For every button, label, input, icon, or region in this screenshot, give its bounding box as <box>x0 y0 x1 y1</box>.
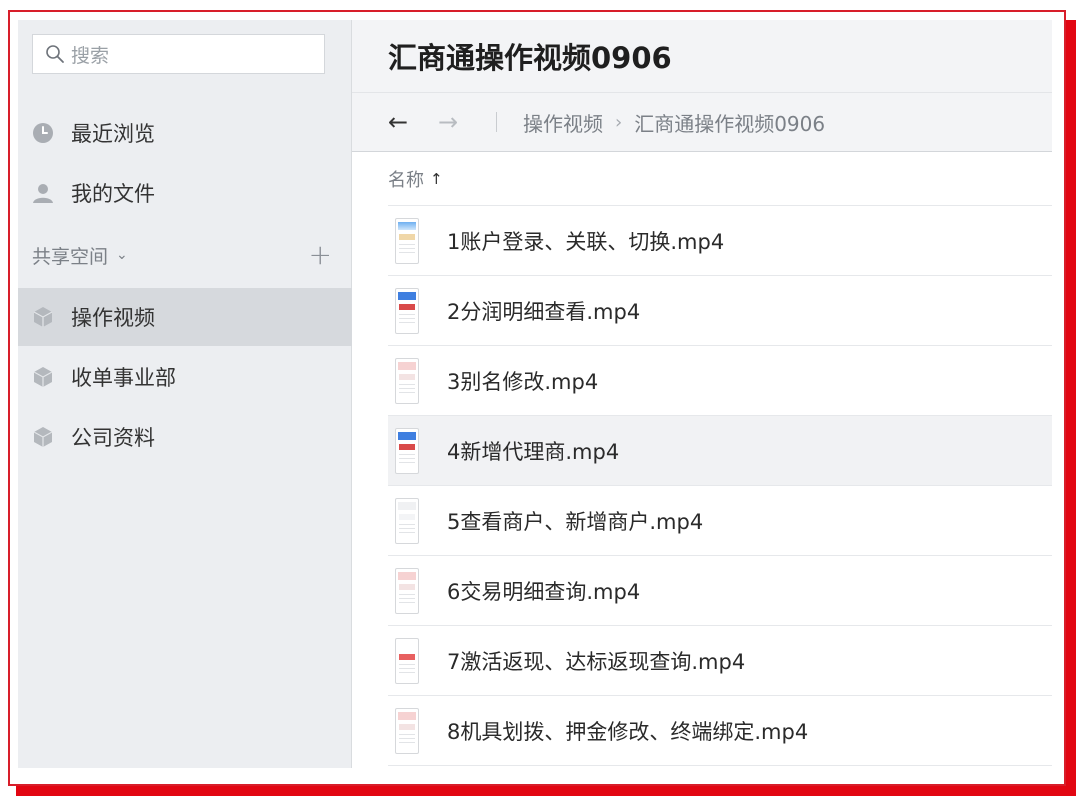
search-box[interactable]: 搜索 <box>32 34 325 74</box>
file-name: 6交易明细查询.mp4 <box>447 579 641 604</box>
toolbar-divider <box>496 112 497 132</box>
breadcrumb-item[interactable]: 操作视频 <box>523 108 603 137</box>
nav-item-label: 我的文件 <box>71 182 155 206</box>
space-item-label: 收单事业部 <box>71 366 176 390</box>
file-row[interactable]: 8机具划拨、押金修改、终端绑定.mp4 <box>388 696 1052 766</box>
nav-item-my-files[interactable]: 我的文件 <box>18 164 352 222</box>
space-item-company[interactable]: 公司资料 <box>18 408 352 466</box>
shared-space-header[interactable]: 共享空间 ⌄ + <box>32 238 332 271</box>
file-row[interactable]: 7激活返现、达标返现查询.mp4 <box>388 626 1052 696</box>
search-placeholder[interactable]: 搜索 <box>71 41 109 68</box>
breadcrumb-current: 汇商通操作视频0906 <box>634 111 826 136</box>
chevron-down-icon[interactable]: ⌄ <box>116 247 128 263</box>
video-thumbnail-icon <box>395 637 419 684</box>
video-thumbnail-icon <box>395 497 419 544</box>
shared-space-label: 共享空间 <box>32 245 109 268</box>
sort-arrow-icon: ↑ <box>430 169 443 188</box>
file-name: 1账户登录、关联、切换.mp4 <box>447 229 725 254</box>
space-item-videos[interactable]: 操作视频 <box>18 288 352 346</box>
column-name-label: 名称 <box>388 169 424 191</box>
page-title: 汇商通操作视频0906 <box>388 41 672 75</box>
nav-item-label: 最近浏览 <box>71 122 155 146</box>
space-item-acquiring[interactable]: 收单事业部 <box>18 348 352 406</box>
title-bar: 汇商通操作视频0906 <box>352 20 1052 92</box>
file-row[interactable]: 5查看商户、新增商户.mp4 <box>388 486 1052 556</box>
file-name: 7激活返现、达标返现查询.mp4 <box>447 649 746 674</box>
space-item-label: 操作视频 <box>71 306 155 330</box>
file-list: 1账户登录、关联、切换.mp4 2分润明细查看.mp4 3别名修改.mp4 4新增代理… <box>388 206 1052 766</box>
file-row[interactable]: 4新增代理商.mp4 <box>388 416 1052 486</box>
chevron-right-icon: › <box>615 111 623 133</box>
video-thumbnail-icon <box>395 567 419 614</box>
search-icon <box>46 45 64 63</box>
video-thumbnail-icon <box>395 287 419 334</box>
file-row[interactable]: 1账户登录、关联、切换.mp4 <box>388 206 1052 276</box>
video-thumbnail-icon <box>395 427 419 474</box>
space-item-label: 公司资料 <box>71 426 155 450</box>
file-name: 5查看商户、新增商户.mp4 <box>447 509 704 534</box>
video-thumbnail-icon <box>395 217 419 264</box>
file-name: 3别名修改.mp4 <box>447 369 599 394</box>
nav-item-recent[interactable]: 最近浏览 <box>18 104 352 162</box>
file-name: 4新增代理商.mp4 <box>447 439 620 464</box>
file-name: 8机具划拨、押金修改、终端绑定.mp4 <box>447 719 809 744</box>
file-row[interactable]: 2分润明细查看.mp4 <box>388 276 1052 346</box>
add-space-icon[interactable]: + <box>309 238 332 271</box>
box-icon <box>32 426 54 448</box>
forward-arrow-icon[interactable]: → <box>438 108 468 136</box>
box-icon <box>32 366 54 388</box>
back-arrow-icon[interactable]: ← <box>388 108 418 136</box>
file-row[interactable]: 3别名修改.mp4 <box>388 346 1052 416</box>
file-manager-window: 搜索 最近浏览 我的文件 共享空间 ⌄ + 操作视频 收单事业部 公司资料 汇商… <box>10 12 1052 768</box>
file-name: 2分润明细查看.mp4 <box>447 299 641 324</box>
user-icon <box>32 182 54 204</box>
clock-icon <box>32 122 54 144</box>
video-thumbnail-icon <box>395 357 419 404</box>
column-header-name[interactable]: 名称 ↑ <box>388 152 1052 206</box>
file-row[interactable]: 6交易明细查询.mp4 <box>388 556 1052 626</box>
box-icon <box>32 306 54 328</box>
video-thumbnail-icon <box>395 707 419 754</box>
breadcrumb: ← → 操作视频 › 汇商通操作视频0906 <box>352 92 1052 152</box>
main-panel: 汇商通操作视频0906 ← → 操作视频 › 汇商通操作视频0906 名称 ↑ … <box>352 20 1052 768</box>
sidebar: 搜索 最近浏览 我的文件 共享空间 ⌄ + 操作视频 收单事业部 公司资料 <box>18 20 352 768</box>
